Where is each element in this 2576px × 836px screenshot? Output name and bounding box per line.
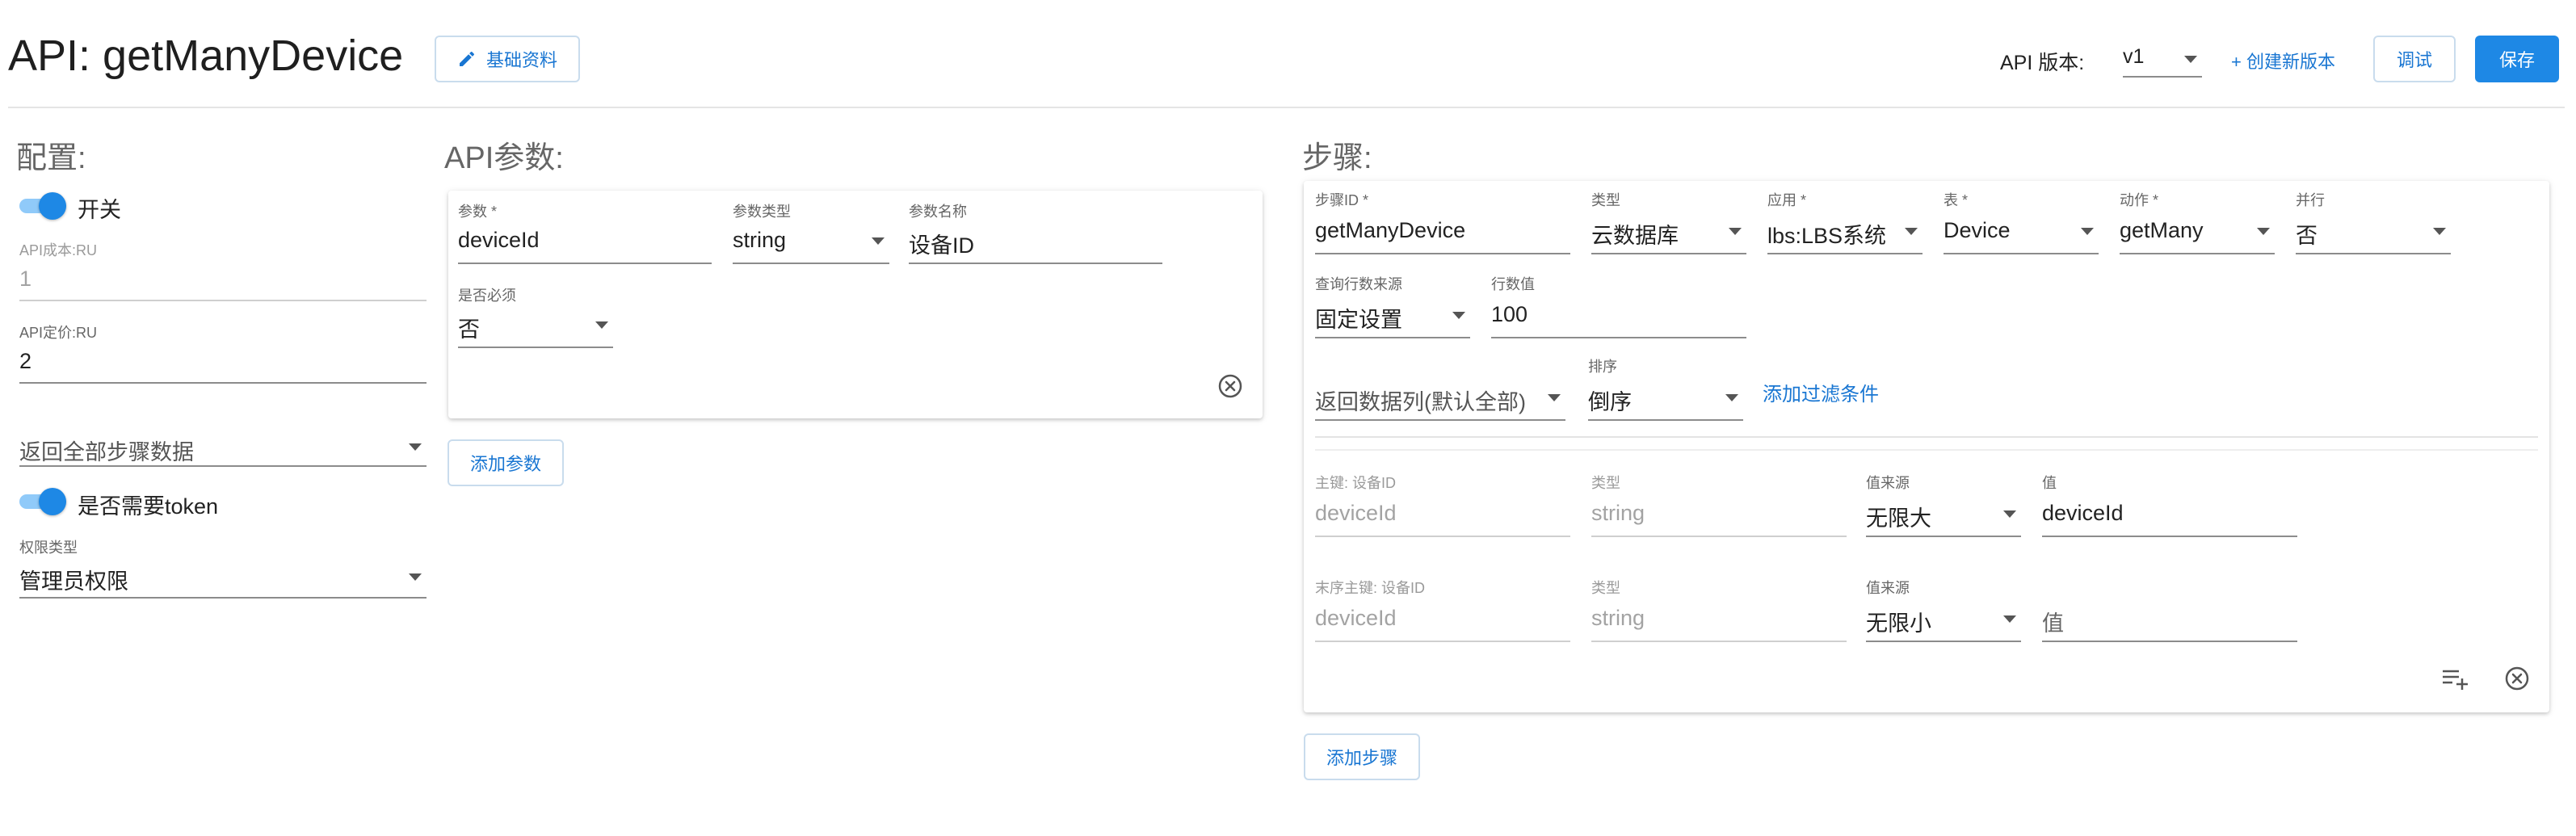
create-version-link[interactable]: + 创建新版本 [2231, 48, 2335, 74]
debug-label: 调试 [2396, 50, 2432, 70]
end-key-value-field[interactable]: 值 [2042, 577, 2297, 643]
end-key-source-select[interactable]: 值来源 无限小 [1866, 577, 2021, 643]
version-label: API 版本: [2000, 52, 2085, 74]
pencil-icon [459, 51, 474, 66]
param-required-select[interactable]: 是否必须 否 [458, 284, 613, 349]
api-price-value: 2 [19, 349, 32, 373]
save-button[interactable]: 保存 [2475, 36, 2559, 82]
end-key-type-field: 类型 string [1591, 577, 1847, 643]
primary-key-type-field: 类型 string [1591, 472, 1847, 538]
param-display-name-field[interactable]: 参数名称 设备ID [909, 200, 1162, 265]
dropdown-caret-icon [409, 573, 422, 581]
step-table-select[interactable]: 表 * Device [1944, 189, 2099, 255]
dropdown-caret-icon [595, 321, 608, 329]
enable-switch[interactable] [19, 192, 66, 220]
add-step-button[interactable]: 添加步骤 [1304, 733, 1420, 780]
playlist-add-icon[interactable] [2441, 666, 2470, 691]
token-switch[interactable] [19, 488, 66, 515]
step-id-field[interactable]: 步骤ID * getManyDevice [1315, 189, 1570, 255]
step-divider [1315, 449, 2538, 451]
debug-button[interactable]: 调试 [2373, 36, 2456, 82]
param-type-select[interactable]: 参数类型 string [733, 200, 889, 265]
permission-value: 管理员权限 [19, 569, 128, 594]
primary-key-field: 主键: 设备ID deviceId [1315, 472, 1570, 538]
dropdown-caret-icon [2184, 56, 2197, 63]
basic-info-label: 基础资料 [485, 50, 557, 70]
dropdown-caret-icon [872, 237, 885, 245]
dropdown-caret-icon [1729, 228, 1742, 235]
version-value: v1 [2123, 45, 2145, 68]
token-switch-label: 是否需要token [78, 494, 219, 519]
dropdown-caret-icon [2003, 615, 2016, 623]
param-name-field[interactable]: 参数 * deviceId [458, 200, 712, 265]
step-parallel-select[interactable]: 并行 否 [2296, 189, 2451, 255]
step-divider [1315, 436, 2538, 438]
add-param-button[interactable]: 添加参数 [448, 439, 564, 486]
step-action-select[interactable]: 动作 * getMany [2120, 189, 2275, 255]
permission-select[interactable]: 权限类型 管理员权限 [19, 536, 427, 599]
param-card: 参数 * deviceId 参数类型 string 参数名称 设备ID 是否必须… [448, 191, 1263, 418]
step-type-select[interactable]: 类型 云数据库 [1591, 189, 1746, 255]
row-count-field[interactable]: 行数值 100 [1491, 273, 1746, 339]
dropdown-caret-icon [2003, 510, 2016, 518]
remove-step-icon[interactable] [2504, 666, 2530, 691]
dropdown-caret-icon [1452, 312, 1465, 319]
version-select[interactable]: v1 [2123, 36, 2202, 78]
return-data-select[interactable]: 返回全部步骤数据 [19, 426, 427, 467]
config-title: 配置: [16, 141, 86, 175]
page-title: API: getManyDevice [8, 32, 404, 80]
step-card: 步骤ID * getManyDevice 类型 云数据库 应用 * lbs:LB… [1304, 181, 2549, 712]
primary-key-value-field[interactable]: 值 deviceId [2042, 472, 2297, 538]
sort-select[interactable]: 排序 倒序 [1588, 355, 1743, 422]
dropdown-caret-icon [1548, 394, 1561, 401]
basic-info-button[interactable]: 基础资料 [435, 36, 580, 82]
params-title: API参数: [444, 141, 564, 175]
dropdown-caret-icon [1725, 394, 1738, 401]
primary-key-source-select[interactable]: 值来源 无限大 [1866, 472, 2021, 538]
enable-switch-label: 开关 [78, 198, 121, 222]
api-cost-field: API成本:RU 1 [19, 239, 427, 302]
dropdown-caret-icon [2433, 228, 2446, 235]
api-price-field[interactable]: API定价:RU 2 [19, 321, 427, 384]
steps-title: 步骤: [1302, 141, 1372, 175]
add-filter-link[interactable]: 添加过滤条件 [1763, 378, 1879, 406]
end-key-field: 末序主键: 设备ID deviceId [1315, 577, 1570, 643]
api-cost-value: 1 [19, 267, 32, 291]
return-columns-select[interactable]: 返回数据列(默认全部) [1315, 355, 1565, 422]
remove-param-icon[interactable] [1217, 373, 1243, 399]
save-label: 保存 [2498, 50, 2535, 70]
step-app-select[interactable]: 应用 * lbs:LBS系统 [1767, 189, 1923, 255]
header-divider [8, 107, 2565, 108]
dropdown-caret-icon [1905, 228, 1918, 235]
row-source-select[interactable]: 查询行数来源 固定设置 [1315, 273, 1470, 339]
dropdown-caret-icon [2081, 228, 2094, 235]
dropdown-caret-icon [2257, 228, 2270, 235]
dropdown-caret-icon [409, 443, 422, 451]
